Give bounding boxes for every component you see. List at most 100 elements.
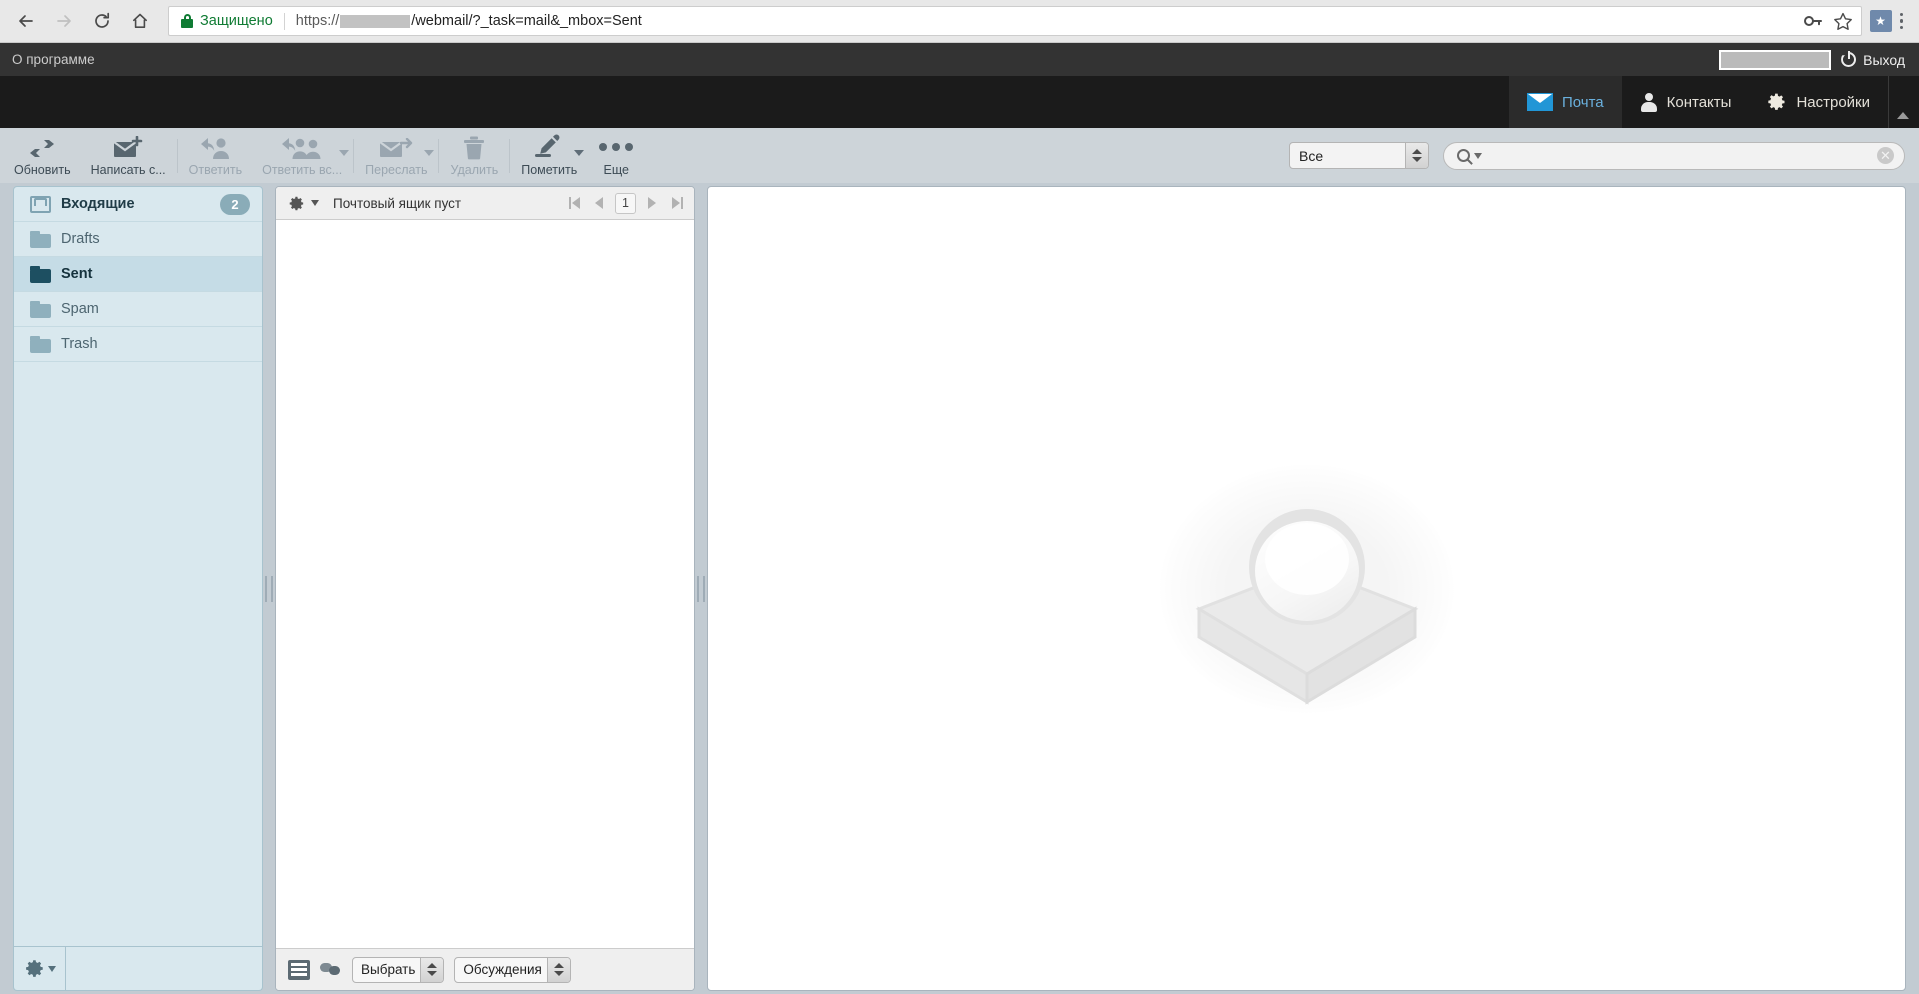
folder-settings-caret-icon: [47, 965, 56, 972]
folder-icon: [30, 230, 51, 248]
task-contacts[interactable]: Контакты: [1622, 76, 1750, 128]
threads-dropdown-stepper-icon[interactable]: [546, 957, 570, 982]
about-link[interactable]: О программе: [12, 52, 95, 67]
menu-dot: [1899, 25, 1903, 30]
message-list-body[interactable]: [276, 220, 694, 948]
folder-settings-gear-icon: [25, 960, 43, 977]
next-page-button[interactable]: [644, 195, 660, 211]
forward-caret-icon[interactable]: [424, 149, 435, 156]
more-button[interactable]: Еще: [587, 130, 645, 182]
task-contacts-label: Контакты: [1666, 93, 1732, 111]
folder-label: Trash: [61, 336, 98, 352]
back-button[interactable]: [8, 3, 44, 39]
folder-item-spam[interactable]: Spam: [14, 292, 262, 327]
task-mail-label: Почта: [1561, 93, 1604, 111]
list-options-caret-icon[interactable]: [311, 200, 319, 206]
folder-settings-button[interactable]: [14, 947, 66, 990]
clear-search-icon[interactable]: ✕: [1877, 147, 1894, 164]
search-scope-value: Все: [1299, 147, 1324, 164]
mail-toolbar: Обновить Написать с... Ответить Ответить…: [0, 128, 1919, 183]
forward-button-mail[interactable]: Переслать: [355, 130, 437, 182]
mark-button[interactable]: Пометить: [511, 130, 587, 182]
task-navigation: Почта Контакты Настройки: [0, 76, 1919, 128]
reload-icon: [95, 12, 110, 28]
home-icon: [133, 13, 147, 28]
mark-caret-icon[interactable]: [574, 149, 585, 156]
prev-page-button[interactable]: [591, 195, 607, 211]
reload-button[interactable]: [84, 3, 120, 39]
page-number[interactable]: 1: [615, 192, 636, 214]
select-stepper-icon[interactable]: [1405, 143, 1428, 168]
browser-menu-button[interactable]: [1894, 9, 1910, 34]
chevron-up-icon: [1897, 112, 1909, 119]
folder-item-trash[interactable]: Trash: [14, 327, 262, 362]
threads-dropdown[interactable]: Обсуждения: [454, 956, 571, 983]
folder-icon: [30, 265, 51, 283]
power-icon: [1841, 51, 1857, 67]
search-input[interactable]: [1482, 147, 1877, 164]
nav-collapse-button[interactable]: [1888, 76, 1919, 128]
search-scope-select[interactable]: Все: [1289, 142, 1429, 169]
refresh-label: Обновить: [14, 162, 71, 177]
threads-view-icon[interactable]: [320, 961, 342, 979]
back-arrow-icon: [19, 15, 33, 27]
folder-pane: Входящие 2 Drafts Sent Spam Trash: [13, 186, 263, 991]
search-icon: [1457, 149, 1470, 162]
forward-label: Переслать: [365, 162, 428, 177]
extension-button[interactable]: ★: [1869, 10, 1892, 32]
splitter-folders-list[interactable]: [263, 183, 275, 994]
url-text: https:// /webmail/?_task=mail&_mbox=Sent: [296, 13, 642, 29]
compose-button[interactable]: Написать с...: [81, 130, 176, 182]
reply-label: Ответить: [188, 162, 243, 177]
lock-icon: [181, 14, 193, 28]
folder-item-inbox[interactable]: Входящие 2: [14, 187, 262, 222]
star-icon[interactable]: [1833, 12, 1853, 31]
forward-button[interactable]: [46, 3, 82, 39]
folder-unread-badge: 2: [220, 193, 250, 215]
message-list-status: Почтовый ящик пуст: [333, 195, 462, 211]
reply-all-button[interactable]: Ответить вс...: [252, 130, 352, 182]
pagination: 1: [565, 192, 686, 214]
home-button[interactable]: [122, 3, 158, 39]
address-bar[interactable]: Защищено https:// /webmail/?_task=mail&_m…: [168, 6, 1862, 36]
list-options-gear-icon[interactable]: [288, 195, 305, 212]
first-page-button[interactable]: [565, 195, 583, 211]
splitter-list-preview[interactable]: [695, 183, 707, 994]
toolbar-divider: [509, 138, 511, 173]
folder-item-drafts[interactable]: Drafts: [14, 222, 262, 257]
task-settings[interactable]: Настройки: [1749, 76, 1888, 128]
last-page-button[interactable]: [668, 195, 686, 211]
task-mail[interactable]: Почта: [1508, 76, 1622, 128]
task-settings-label: Настройки: [1796, 93, 1870, 111]
main-area: Входящие 2 Drafts Sent Spam Trash Почтов…: [0, 183, 1919, 994]
extension-badge-glyph: ★: [1875, 14, 1886, 28]
delete-button[interactable]: Удалить: [440, 130, 508, 182]
secure-label: Защищено: [200, 13, 273, 29]
reply-all-caret-icon[interactable]: [339, 149, 350, 156]
username-redacted: [1719, 49, 1832, 70]
forward-mail-icon: [379, 134, 413, 160]
delete-label: Удалить: [450, 162, 499, 177]
url-host-redacted: [340, 14, 411, 28]
select-dropdown[interactable]: Выбрать: [352, 956, 445, 983]
list-view-icon[interactable]: [288, 959, 310, 980]
logout-button[interactable]: Выход: [1841, 51, 1919, 68]
refresh-button[interactable]: Обновить: [4, 130, 81, 182]
search-box[interactable]: ✕: [1443, 141, 1905, 170]
more-dots-icon: [599, 134, 634, 160]
splitter-grip: [697, 575, 705, 602]
compose-icon: [113, 134, 143, 160]
reply-button[interactable]: Ответить: [179, 130, 252, 182]
refresh-icon: [28, 134, 56, 160]
compose-label: Написать с...: [90, 162, 166, 177]
search-options-caret-icon[interactable]: [1474, 152, 1482, 159]
menu-dot: [1899, 19, 1903, 23]
roundcube-watermark-logo: [1158, 463, 1455, 714]
reply-all-label: Ответить вс...: [262, 162, 343, 177]
select-dropdown-stepper-icon[interactable]: [420, 957, 444, 982]
url-path: /webmail/?_task=mail&_mbox=Sent: [411, 13, 642, 29]
app-topbar: О программе Выход: [0, 43, 1919, 76]
mail-icon: [1526, 93, 1553, 111]
folder-item-sent[interactable]: Sent: [14, 257, 262, 292]
key-icon[interactable]: [1803, 12, 1823, 30]
